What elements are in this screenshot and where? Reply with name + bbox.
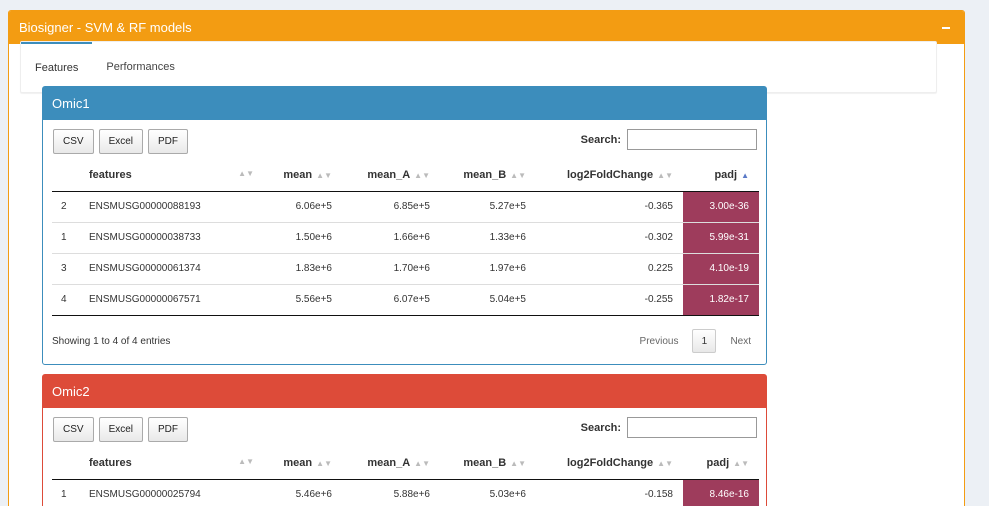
omic1-title: Omic1	[43, 87, 766, 120]
header-index	[52, 448, 89, 480]
sort-icon: ▲▼	[414, 459, 430, 469]
header-padj[interactable]: padj ▲▼	[683, 448, 759, 480]
omic2-search-input[interactable]	[627, 417, 757, 438]
omic1-entries-info: Showing 1 to 4 of 4 entries	[52, 335, 171, 347]
header-mean-a[interactable]: mean_A ▲▼	[342, 160, 440, 192]
omic2-search: Search:	[581, 417, 757, 438]
header-padj[interactable]: padj ▲	[683, 160, 759, 192]
omic1-table-footer: Showing 1 to 4 of 4 entries Previous 1 N…	[52, 327, 757, 355]
omic1-table: features ▲▼ mean ▲▼ mean_A ▲▼ mean_B ▲▼ log2…	[52, 160, 759, 316]
header-features[interactable]: features ▲▼	[89, 160, 264, 192]
omic1-excel-button[interactable]: Excel	[98, 129, 144, 154]
tab-features[interactable]: Features	[21, 42, 93, 92]
tab-performances[interactable]: Performances	[92, 42, 188, 92]
header-mean-a[interactable]: mean_A ▲▼	[342, 448, 440, 480]
omic1-pdf-button[interactable]: PDF	[148, 129, 189, 154]
biosigner-box-title: Biosigner - SVM & RF models	[19, 20, 192, 35]
omic1-pagination: Previous 1 Next	[634, 329, 757, 353]
minus-icon	[942, 26, 950, 29]
omic1-next-button[interactable]: Next	[724, 336, 757, 347]
omic2-csv-button[interactable]: CSV	[53, 417, 94, 442]
omic1-search-label: Search:	[580, 133, 621, 146]
sort-asc-icon: ▲	[741, 171, 749, 181]
header-log2foldchange[interactable]: log2FoldChange ▲▼	[536, 448, 683, 480]
tab-bar: Features Performances	[21, 42, 936, 92]
omic2-title: Omic2	[43, 375, 766, 408]
omic1-export-buttons: CSV Excel PDF	[53, 129, 189, 154]
header-mean-b[interactable]: mean_B ▲▼	[440, 448, 536, 480]
omic2-table: features ▲▼ mean ▲▼ mean_A ▲▼ mean_B ▲▼ log2…	[52, 448, 759, 506]
header-mean[interactable]: mean ▲▼	[264, 448, 342, 480]
sort-icon: ▲▼	[414, 171, 430, 181]
omic1-search: Search:	[581, 129, 757, 150]
table-row[interactable]: 4 ENSMUSG00000067571 5.56e+5 6.07e+5 5.0…	[52, 283, 759, 315]
omic2-excel-button[interactable]: Excel	[98, 417, 144, 442]
omic1-page-1-button[interactable]: 1	[692, 329, 717, 353]
table-row[interactable]: 2 ENSMUSG00000088193 6.06e+5 6.85e+5 5.2…	[52, 191, 759, 222]
header-features[interactable]: features ▲▼	[89, 448, 264, 480]
table-row[interactable]: 1 ENSMUSG00000025794 5.46e+6 5.88e+6 5.0…	[52, 479, 759, 506]
sort-icon: ▲▼	[238, 169, 254, 179]
omic2-export-buttons: CSV Excel PDF	[53, 417, 189, 442]
sort-icon: ▲▼	[316, 459, 332, 469]
sort-icon: ▲▼	[510, 459, 526, 469]
collapse-button[interactable]	[938, 20, 954, 36]
omic2-search-label: Search:	[580, 421, 621, 434]
header-mean-b[interactable]: mean_B ▲▼	[440, 160, 536, 192]
omic1-previous-button[interactable]: Previous	[634, 336, 685, 347]
table-row[interactable]: 1 ENSMUSG00000038733 1.50e+6 1.66e+6 1.3…	[52, 221, 759, 253]
omic1-box: Omic1 CSV Excel PDF Search: features ▲▼ m…	[42, 86, 767, 365]
omic2-table-header: features ▲▼ mean ▲▼ mean_A ▲▼ mean_B ▲▼ log2…	[52, 448, 759, 480]
omic2-pdf-button[interactable]: PDF	[148, 417, 189, 442]
sort-icon: ▲▼	[238, 457, 254, 467]
header-index	[52, 160, 89, 192]
biosigner-box-header: Biosigner - SVM & RF models	[9, 11, 964, 44]
header-log2foldchange[interactable]: log2FoldChange ▲▼	[536, 160, 683, 192]
omic1-search-input[interactable]	[627, 129, 757, 150]
omic2-box: Omic2 CSV Excel PDF Search: features ▲▼ m…	[42, 374, 767, 506]
omic1-table-header: features ▲▼ mean ▲▼ mean_A ▲▼ mean_B ▲▼ log2…	[52, 160, 759, 192]
sort-icon: ▲▼	[733, 459, 749, 469]
sort-icon: ▲▼	[510, 171, 526, 181]
sort-icon: ▲▼	[657, 459, 673, 469]
omic1-csv-button[interactable]: CSV	[53, 129, 94, 154]
sort-icon: ▲▼	[657, 171, 673, 181]
table-row[interactable]: 3 ENSMUSG00000061374 1.83e+6 1.70e+6 1.9…	[52, 252, 759, 284]
sort-icon: ▲▼	[316, 171, 332, 181]
header-mean[interactable]: mean ▲▼	[264, 160, 342, 192]
